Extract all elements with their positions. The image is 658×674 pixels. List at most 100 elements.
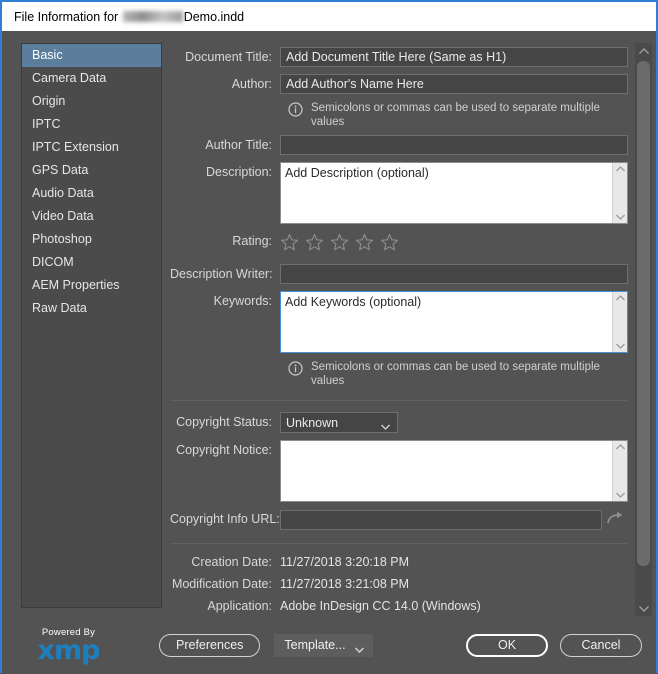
sidebar-item-label: IPTC Extension bbox=[32, 140, 119, 154]
sidebar-item-label: Basic bbox=[32, 48, 63, 62]
creation-date-label: Creation Date: bbox=[170, 555, 280, 569]
sidebar-item-video-data[interactable]: Video Data bbox=[22, 205, 161, 228]
scroll-down-icon[interactable] bbox=[615, 342, 626, 350]
sidebar-item-basic[interactable]: Basic bbox=[22, 44, 161, 67]
keywords-scrollbar[interactable] bbox=[612, 292, 627, 352]
sidebar-item-label: AEM Properties bbox=[32, 278, 120, 292]
cancel-button[interactable]: Cancel bbox=[560, 634, 642, 657]
document-title-input[interactable] bbox=[280, 47, 628, 67]
field-row-description: Description: Add Description (optional) bbox=[170, 162, 628, 224]
rating-stars[interactable] bbox=[280, 231, 628, 257]
xmp-logo: Powered By xmp bbox=[16, 627, 121, 663]
keywords-textarea[interactable]: Add Keywords (optional) bbox=[281, 292, 612, 352]
creation-date-value: 11/27/2018 3:20:18 PM bbox=[280, 555, 409, 569]
sidebar-item-iptc-extension[interactable]: IPTC Extension bbox=[22, 136, 161, 159]
sidebar-item-dicom[interactable]: DICOM bbox=[22, 251, 161, 274]
sidebar-item-label: Origin bbox=[32, 94, 65, 108]
ok-button[interactable]: OK bbox=[466, 634, 548, 657]
preferences-button[interactable]: Preferences bbox=[159, 634, 260, 657]
description-textarea-wrapper: Add Description (optional) bbox=[280, 162, 628, 224]
copyright-status-label: Copyright Status: bbox=[170, 412, 280, 429]
scroll-up-icon[interactable] bbox=[615, 443, 626, 451]
copyright-info-url-input[interactable] bbox=[280, 510, 602, 530]
sidebar-item-camera-data[interactable]: Camera Data bbox=[22, 67, 161, 90]
metadata-form: Document Title: Author: bbox=[170, 43, 628, 616]
copyright-info-url-label: Copyright Info URL: bbox=[170, 509, 280, 526]
sidebar-item-audio-data[interactable]: Audio Data bbox=[22, 182, 161, 205]
panel-scroll-down-icon[interactable] bbox=[638, 600, 650, 616]
info-row-creation-date: Creation Date: 11/27/2018 3:20:18 PM bbox=[170, 555, 628, 569]
description-scrollbar[interactable] bbox=[612, 163, 627, 223]
keywords-hint: Semicolons or commas can be used to sepa… bbox=[288, 360, 608, 388]
description-writer-input[interactable] bbox=[280, 264, 628, 284]
star-icon-1[interactable] bbox=[280, 233, 299, 257]
sidebar-item-iptc[interactable]: IPTC bbox=[22, 113, 161, 136]
scroll-up-icon[interactable] bbox=[615, 165, 626, 173]
star-icon-2[interactable] bbox=[305, 233, 324, 257]
section-divider-copyright bbox=[170, 400, 628, 401]
application-value: Adobe InDesign CC 14.0 (Windows) bbox=[280, 599, 481, 613]
sidebar-item-aem-properties[interactable]: AEM Properties bbox=[22, 274, 161, 297]
keywords-label: Keywords: bbox=[170, 291, 280, 308]
scroll-up-icon[interactable] bbox=[615, 294, 626, 302]
sidebar-item-origin[interactable]: Origin bbox=[22, 90, 161, 113]
dialog-footer: Powered By xmp Preferences Template... O… bbox=[2, 616, 656, 674]
star-icon-3[interactable] bbox=[330, 233, 349, 257]
field-row-author-title: Author Title: bbox=[170, 135, 628, 155]
modification-date-value: 11/27/2018 3:21:08 PM bbox=[280, 577, 409, 591]
copyright-notice-label: Copyright Notice: bbox=[170, 440, 280, 457]
scroll-down-icon[interactable] bbox=[615, 213, 626, 221]
copyright-notice-scrollbar[interactable] bbox=[612, 441, 627, 501]
info-icon bbox=[288, 361, 304, 380]
author-input[interactable] bbox=[280, 74, 628, 94]
keywords-textarea-wrapper: Add Keywords (optional) bbox=[280, 291, 628, 353]
dialog-body: Basic Camera Data Origin IPTC IPTC Exten… bbox=[2, 31, 656, 616]
field-row-copyright-notice: Copyright Notice: bbox=[170, 440, 628, 502]
author-hint: Semicolons or commas can be used to sepa… bbox=[288, 101, 608, 129]
category-list[interactable]: Basic Camera Data Origin IPTC IPTC Exten… bbox=[21, 43, 162, 608]
star-icon-5[interactable] bbox=[380, 233, 399, 257]
description-label: Description: bbox=[170, 162, 280, 179]
sidebar-item-raw-data[interactable]: Raw Data bbox=[22, 297, 161, 320]
sidebar-item-label: Video Data bbox=[32, 209, 94, 223]
field-row-copyright-status: Copyright Status: Unknown bbox=[170, 412, 628, 433]
description-textarea[interactable]: Add Description (optional) bbox=[281, 163, 612, 223]
copyright-status-select[interactable]: Unknown bbox=[280, 412, 398, 433]
redacted-filename-portion bbox=[123, 11, 183, 22]
panel-scrollbar-track[interactable] bbox=[635, 59, 652, 600]
info-row-application: Application: Adobe InDesign CC 14.0 (Win… bbox=[170, 599, 628, 613]
author-hint-text: Semicolons or commas can be used to sepa… bbox=[311, 101, 608, 129]
keywords-hint-text: Semicolons or commas can be used to sepa… bbox=[311, 360, 608, 388]
sidebar-item-label: GPS Data bbox=[32, 163, 88, 177]
sidebar-item-gps-data[interactable]: GPS Data bbox=[22, 159, 161, 182]
field-row-author: Author: bbox=[170, 74, 628, 94]
sidebar-item-label: Photoshop bbox=[32, 232, 92, 246]
template-button[interactable]: Template... bbox=[274, 634, 372, 657]
copyright-status-select-wrapper: Unknown bbox=[280, 412, 398, 433]
modification-date-label: Modification Date: bbox=[170, 577, 280, 591]
star-icon-4[interactable] bbox=[355, 233, 374, 257]
field-row-document-title: Document Title: bbox=[170, 47, 628, 67]
author-title-label: Author Title: bbox=[170, 135, 280, 152]
metadata-form-panel: Document Title: Author: bbox=[170, 43, 652, 616]
sidebar-item-label: Camera Data bbox=[32, 71, 106, 85]
info-row-modification-date: Modification Date: 11/27/2018 3:21:08 PM bbox=[170, 577, 628, 591]
rating-label: Rating: bbox=[170, 231, 280, 248]
application-label: Application: bbox=[170, 599, 280, 613]
author-title-input[interactable] bbox=[280, 135, 628, 155]
panel-scrollbar-thumb[interactable] bbox=[637, 61, 650, 566]
copyright-notice-textarea[interactable] bbox=[281, 441, 612, 501]
sidebar-item-photoshop[interactable]: Photoshop bbox=[22, 228, 161, 251]
panel-scroll-up-icon[interactable] bbox=[638, 43, 650, 59]
dialog-titlebar: File Information for Demo.indd bbox=[2, 2, 656, 31]
dialog-title-prefix: File Information for bbox=[14, 10, 122, 24]
scroll-down-icon[interactable] bbox=[615, 491, 626, 499]
copyright-notice-textarea-wrapper bbox=[280, 440, 628, 502]
xmp-wordmark: xmp bbox=[16, 638, 121, 663]
template-menu-wrapper: Template... bbox=[274, 634, 372, 657]
go-to-url-icon[interactable] bbox=[602, 509, 628, 531]
form-panel-scrollbar[interactable] bbox=[635, 43, 652, 616]
sidebar-item-label: Audio Data bbox=[32, 186, 94, 200]
field-row-description-writer: Description Writer: bbox=[170, 264, 628, 284]
document-title-label: Document Title: bbox=[170, 47, 280, 64]
